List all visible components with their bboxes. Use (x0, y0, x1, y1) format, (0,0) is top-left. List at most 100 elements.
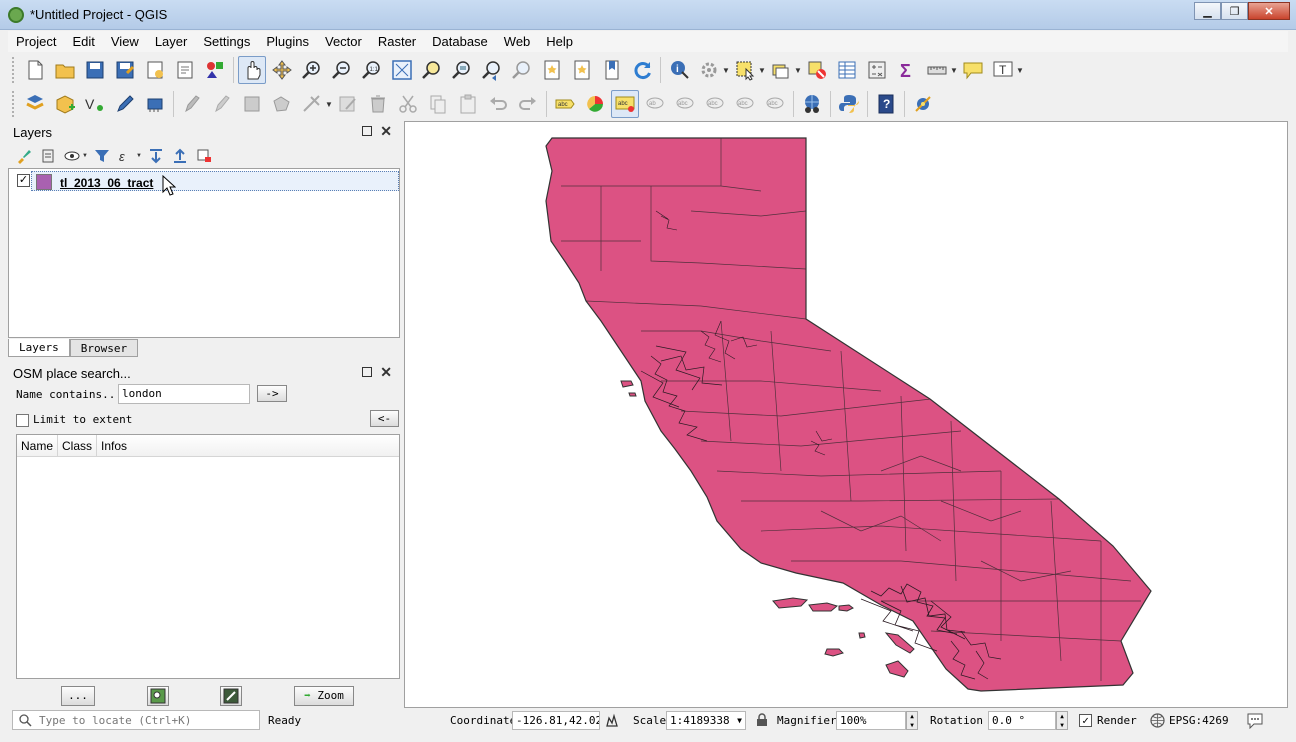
gps-device-icon[interactable] (141, 90, 169, 118)
select-features-icon[interactable] (731, 56, 759, 84)
layers-tree[interactable]: ✓ tl_2013_06_tract (8, 168, 400, 338)
chevron-down-icon[interactable]: ▼ (325, 100, 333, 109)
chevron-down-icon[interactable]: ▼ (758, 66, 766, 75)
osm-results-table[interactable]: Name Class Infos (16, 434, 400, 679)
new-geopackage-icon[interactable] (51, 90, 79, 118)
tab-layers[interactable]: Layers (8, 339, 70, 357)
locator-search-input[interactable]: Type to locate (Ctrl+K) (12, 710, 260, 730)
zoom-native-icon[interactable]: 1:1 (358, 56, 386, 84)
move-label-icon[interactable]: abc (701, 90, 729, 118)
rotation-spinner[interactable]: ▲ ▼ (1056, 711, 1068, 730)
render-checkbox[interactable]: ✓ (1079, 714, 1092, 727)
select-by-value-icon[interactable] (767, 56, 795, 84)
new-bookmark-icon[interactable] (538, 56, 566, 84)
chevron-down-icon[interactable]: ▼ (950, 66, 958, 75)
layer-visibility-checkbox[interactable]: ✓ (17, 174, 30, 187)
statistics-sigma-icon[interactable]: Σ (893, 56, 921, 84)
scale-combobox[interactable]: 1:4189338 ▼ (666, 711, 746, 730)
run-action-icon[interactable] (695, 56, 723, 84)
toolbar-grip[interactable] (12, 57, 16, 83)
text-annotation-icon[interactable]: T (989, 56, 1017, 84)
menu-web[interactable]: Web (496, 31, 539, 52)
osm-search-input[interactable]: london (118, 384, 250, 404)
osm-search-button[interactable]: -> (257, 385, 287, 402)
zoom-out-icon[interactable] (328, 56, 356, 84)
modify-attributes-icon[interactable] (334, 90, 362, 118)
python-console-icon[interactable] (835, 90, 863, 118)
rotate-label-icon[interactable]: abc (731, 90, 759, 118)
refresh-icon[interactable] (628, 56, 656, 84)
zoom-full-icon[interactable] (388, 56, 416, 84)
chevron-down-icon[interactable]: ▼ (82, 153, 90, 159)
tab-browser[interactable]: Browser (69, 339, 139, 357)
filter-funnel-icon[interactable] (91, 145, 113, 167)
add-feature-icon[interactable] (268, 90, 296, 118)
layer-item-tl-2013-06-tract[interactable]: tl_2013_06_tract (31, 171, 399, 191)
vertex-tool-icon[interactable] (298, 90, 326, 118)
current-edits-icon[interactable] (178, 90, 206, 118)
zoom-to-layer-icon[interactable] (448, 56, 476, 84)
zoom-next-icon[interactable] (508, 56, 536, 84)
help-contents-icon[interactable]: ? (872, 90, 900, 118)
float-panel-icon[interactable] (362, 126, 372, 136)
close-icon[interactable]: ✕ (380, 123, 392, 140)
digitize-pen-icon[interactable] (111, 90, 139, 118)
layer-symbol-swatch[interactable] (36, 174, 52, 190)
toolbar-grip[interactable] (12, 91, 16, 117)
label-tool-icon[interactable]: abc (551, 90, 579, 118)
cut-features-icon[interactable] (394, 90, 422, 118)
limit-to-extent-checkbox[interactable] (16, 414, 29, 427)
delete-selected-icon[interactable] (364, 90, 392, 118)
menu-edit[interactable]: Edit (64, 31, 102, 52)
toggle-extents-icon[interactable] (604, 712, 620, 728)
coordinate-field[interactable]: -126.81,42.02 (512, 711, 600, 730)
manage-visibility-eye-icon[interactable] (61, 145, 83, 167)
menu-help[interactable]: Help (538, 31, 581, 52)
style-manager-icon[interactable] (201, 56, 229, 84)
map-canvas[interactable] (404, 121, 1288, 708)
menu-raster[interactable]: Raster (370, 31, 424, 52)
show-bookmarks-icon[interactable] (568, 56, 596, 84)
menu-plugins[interactable]: Plugins (258, 31, 317, 52)
pin-labels-icon[interactable]: ab (641, 90, 669, 118)
field-calculator-icon[interactable] (863, 56, 891, 84)
maximize-button[interactable]: ❐ (1221, 2, 1248, 20)
toggle-editing-icon[interactable] (208, 90, 236, 118)
globe-crs-icon[interactable] (1150, 713, 1165, 728)
new-shapefile-icon[interactable]: V (81, 90, 109, 118)
menu-layer[interactable]: Layer (147, 31, 196, 52)
menu-settings[interactable]: Settings (195, 31, 258, 52)
save-as-icon[interactable] (111, 56, 139, 84)
messages-bubble-icon[interactable] (1246, 712, 1264, 729)
highlight-pinned-labels-icon[interactable]: abc (611, 90, 639, 118)
zoom-last-icon[interactable] (478, 56, 506, 84)
magnifier-spinner[interactable]: ▲ ▼ (906, 711, 918, 730)
open-project-icon[interactable] (51, 56, 79, 84)
undo-icon[interactable] (484, 90, 512, 118)
magnifier-field[interactable]: 100% (836, 711, 906, 730)
show-hide-labels-icon[interactable]: abc (671, 90, 699, 118)
paste-features-icon[interactable] (454, 90, 482, 118)
measure-line-icon[interactable] (923, 56, 951, 84)
filter-expression-icon[interactable]: ε (115, 145, 137, 167)
redo-icon[interactable] (514, 90, 542, 118)
deselect-all-icon[interactable] (803, 56, 831, 84)
more-button[interactable]: ... (61, 686, 95, 706)
zoom-to-map-icon[interactable] (147, 686, 169, 706)
zoom-button[interactable]: ➡ Zoom (294, 686, 354, 706)
new-project-icon[interactable] (21, 56, 49, 84)
chevron-down-icon[interactable]: ▼ (1016, 66, 1024, 75)
menu-database[interactable]: Database (424, 31, 496, 52)
collapse-all-icon[interactable] (169, 145, 191, 167)
globe-binoculars-icon[interactable] (798, 90, 826, 118)
chevron-down-icon[interactable]: ▼ (722, 66, 730, 75)
remove-layer-icon[interactable] (193, 145, 215, 167)
copy-features-icon[interactable] (424, 90, 452, 118)
georeferencer-icon[interactable] (909, 90, 937, 118)
menu-vector[interactable]: Vector (317, 31, 370, 52)
save-project-icon[interactable] (81, 56, 109, 84)
change-label-icon[interactable]: abc (761, 90, 789, 118)
style-brush-icon[interactable] (13, 145, 35, 167)
identify-features-icon[interactable]: i (665, 56, 693, 84)
save-edits-icon[interactable] (238, 90, 266, 118)
